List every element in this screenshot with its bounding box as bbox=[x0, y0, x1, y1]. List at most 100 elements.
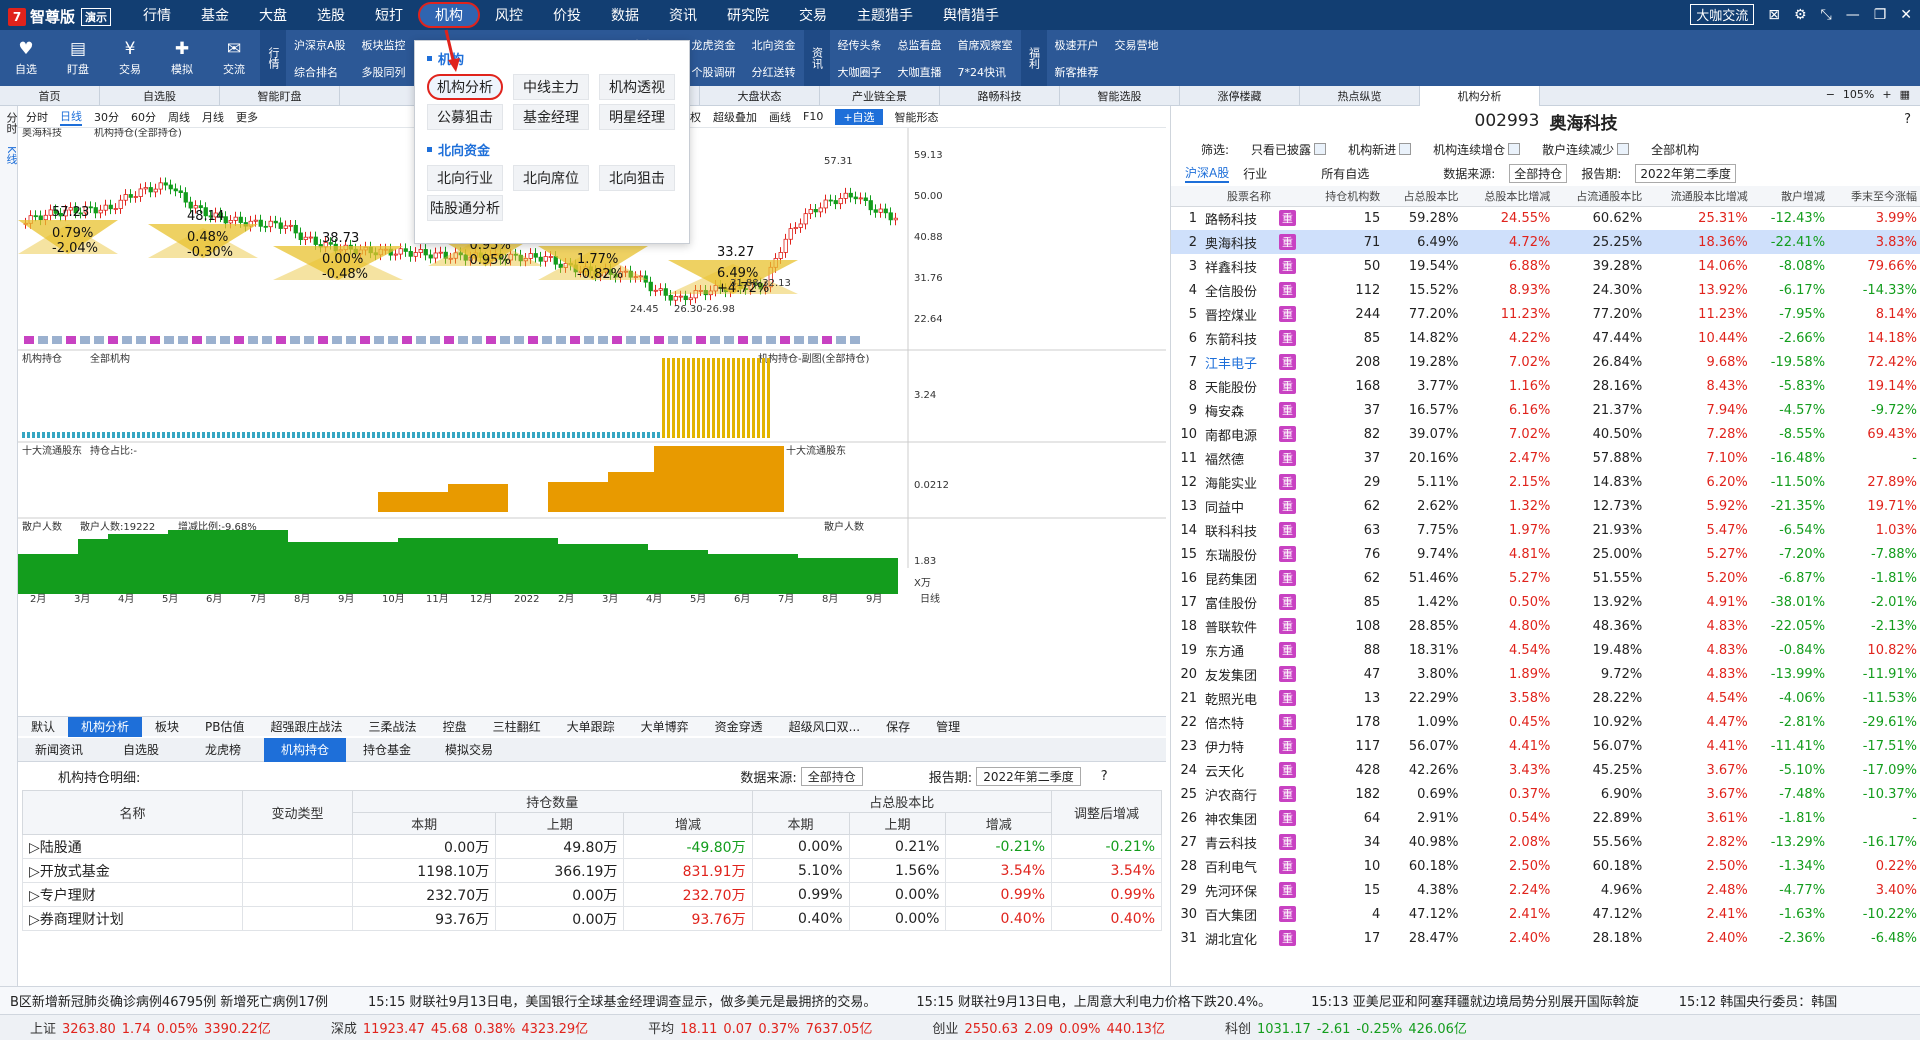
event-marker[interactable] bbox=[80, 336, 90, 344]
table-row[interactable]: 11 福然德重 37 20.16% 2.47% 57.88% 7.10% -16.48% - bbox=[1171, 446, 1920, 470]
template-tab-5[interactable]: 三柔战法 bbox=[356, 717, 430, 737]
stock-name[interactable]: 江丰电子 bbox=[1201, 350, 1275, 374]
key-tag[interactable]: 重 bbox=[1279, 522, 1296, 538]
template-tab-9[interactable]: 大单博弈 bbox=[628, 717, 702, 737]
event-marker[interactable] bbox=[318, 336, 328, 344]
table-row[interactable]: 19 东方通重 88 18.31% 4.54% 19.48% 4.83% -0.84% 10.8… bbox=[1171, 638, 1920, 662]
stock-name[interactable]: 东方通 bbox=[1201, 638, 1275, 662]
menu-item-5[interactable]: 机构 bbox=[418, 2, 480, 28]
stock-name[interactable]: 神农集团 bbox=[1201, 806, 1275, 830]
table-row[interactable]: 8 天能股份重 168 3.77% 1.16% 28.16% 8.43% -5.83% 19.1… bbox=[1171, 374, 1920, 398]
key-tag[interactable]: 重 bbox=[1279, 594, 1296, 610]
stock-name[interactable]: 东瑞股份 bbox=[1201, 542, 1275, 566]
event-marker[interactable] bbox=[164, 336, 174, 344]
key-tag[interactable]: 重 bbox=[1279, 450, 1296, 466]
key-tag[interactable]: 重 bbox=[1279, 642, 1296, 658]
table-row[interactable]: 18 普联软件重 108 28.85% 4.80% 48.36% 4.83% -22.05% -… bbox=[1171, 614, 1920, 638]
event-marker[interactable] bbox=[598, 336, 608, 344]
event-marker[interactable] bbox=[528, 336, 538, 344]
stock-name[interactable]: 路畅科技 bbox=[1201, 206, 1275, 230]
template-tab-1[interactable]: 机构分析 bbox=[68, 716, 143, 737]
key-tag[interactable]: 重 bbox=[1279, 282, 1296, 298]
event-marker[interactable] bbox=[556, 336, 566, 344]
event-marker[interactable] bbox=[612, 336, 622, 344]
event-marker[interactable] bbox=[570, 336, 580, 344]
template-tab-7[interactable]: 三柱翻红 bbox=[480, 717, 554, 737]
rp-col[interactable]: 持仓机构数 bbox=[1306, 186, 1385, 207]
index-quote[interactable]: 创业 2550.63 2.09 0.09% 440.13亿 bbox=[932, 1018, 1165, 1037]
event-marker[interactable] bbox=[542, 336, 552, 344]
key-tag[interactable]: 重 bbox=[1279, 930, 1296, 946]
dropdown-item[interactable]: 北向席位 bbox=[513, 165, 589, 191]
event-marker[interactable] bbox=[52, 336, 62, 344]
checkbox-icon[interactable] bbox=[1314, 143, 1327, 155]
toolbar-link[interactable]: 多股同列 bbox=[354, 58, 414, 85]
event-marker[interactable] bbox=[304, 336, 314, 344]
tab-8[interactable]: 智能选股 bbox=[1060, 85, 1180, 106]
index-quote[interactable]: 科创 1031.17 -2.61 -0.25% 426.06亿 bbox=[1225, 1018, 1467, 1037]
toolbar-link[interactable]: 总监看盘 bbox=[890, 31, 950, 58]
menu-item-8[interactable]: 数据 bbox=[596, 0, 654, 30]
period-5[interactable]: 月线 bbox=[202, 109, 224, 125]
template-tab-6[interactable]: 控盘 bbox=[430, 717, 480, 737]
key-tag[interactable]: 重 bbox=[1279, 762, 1296, 778]
event-marker[interactable] bbox=[122, 336, 132, 344]
event-marker[interactable] bbox=[794, 336, 804, 344]
expand-icon[interactable]: ▷ bbox=[29, 864, 40, 880]
event-marker[interactable] bbox=[38, 336, 48, 344]
chart-tool-4[interactable]: F10 bbox=[803, 110, 823, 123]
dropdown-item[interactable]: 明星经理 bbox=[599, 104, 675, 130]
watchlist-select[interactable]: 所有自选 bbox=[1321, 165, 1369, 182]
key-tag[interactable]: 重 bbox=[1279, 330, 1296, 346]
event-marker[interactable] bbox=[108, 336, 118, 344]
event-marker[interactable] bbox=[584, 336, 594, 344]
dropdown-item[interactable]: 基金经理 bbox=[513, 104, 589, 130]
table-row[interactable]: ▷专户理财 232.70万 0.00万 232.70万 0.99% 0.00% 0.99% 0… bbox=[22, 882, 1162, 907]
dropdown-item[interactable]: 公募狙击 bbox=[427, 104, 503, 130]
chat-button[interactable]: 大咖交流 bbox=[1690, 4, 1755, 25]
dropdown-item[interactable]: 北向行业 bbox=[427, 165, 503, 191]
event-marker[interactable] bbox=[766, 336, 776, 344]
key-tag[interactable]: 重 bbox=[1279, 426, 1296, 442]
table-row[interactable]: 31 湖北宜化重 17 28.47% 2.40% 28.18% 2.40% -2.36% -6.… bbox=[1171, 926, 1920, 950]
restore-icon[interactable]: ❐ bbox=[1874, 7, 1887, 23]
event-marker[interactable] bbox=[654, 336, 664, 344]
stock-name[interactable]: 云天化 bbox=[1201, 758, 1275, 782]
period-3[interactable]: 60分 bbox=[131, 109, 156, 125]
table-row[interactable]: ▷开放式基金 1198.10万 366.19万 831.91万 5.10% 1.56% 3.… bbox=[22, 858, 1162, 883]
period-4[interactable]: 周线 bbox=[168, 109, 190, 125]
stock-name[interactable]: 奥海科技 bbox=[1201, 230, 1275, 254]
toolbar-link[interactable]: 极速开户 bbox=[1047, 31, 1107, 58]
event-marker[interactable] bbox=[332, 336, 342, 344]
event-marker[interactable] bbox=[206, 336, 216, 344]
check-inst-increase[interactable]: 机构连续增仓 bbox=[1433, 141, 1521, 158]
key-tag[interactable]: 重 bbox=[1279, 378, 1296, 394]
event-marker[interactable] bbox=[640, 336, 650, 344]
toolbar-link[interactable]: 沪深京A股 bbox=[286, 31, 354, 58]
key-tag[interactable]: 重 bbox=[1279, 666, 1296, 682]
rp-col[interactable]: 股票名称 bbox=[1201, 186, 1275, 207]
event-marker[interactable] bbox=[66, 336, 76, 344]
toolbar-link[interactable]: 交易营地 bbox=[1107, 31, 1167, 58]
table-row[interactable]: 2 奥海科技重 71 6.49% 4.72% 25.25% 18.36% -22.41% 3.8… bbox=[1171, 230, 1920, 254]
stock-name[interactable]: 友发集团 bbox=[1201, 662, 1275, 686]
menu-item-11[interactable]: 交易 bbox=[784, 0, 842, 30]
template-tab-2[interactable]: 板块 bbox=[142, 717, 192, 737]
menu-item-7[interactable]: 价投 bbox=[538, 0, 596, 30]
tab-7[interactable]: 路畅科技 bbox=[940, 85, 1060, 106]
menu-item-12[interactable]: 主题猎手 bbox=[842, 0, 928, 30]
menu-item-0[interactable]: 行情 bbox=[128, 0, 186, 30]
template-tab-4[interactable]: 超强跟庄战法 bbox=[258, 717, 356, 737]
stock-name[interactable]: 青云科技 bbox=[1201, 830, 1275, 854]
table-row[interactable]: 23 伊力特重 117 56.07% 4.41% 56.07% 4.41% -11.41% -1… bbox=[1171, 734, 1920, 758]
event-marker[interactable] bbox=[346, 336, 356, 344]
key-tag[interactable]: 重 bbox=[1279, 306, 1296, 322]
key-tag[interactable]: 重 bbox=[1279, 402, 1296, 418]
toolbar-link[interactable]: 大咖圈子 bbox=[830, 58, 890, 85]
key-tag[interactable]: 重 bbox=[1279, 210, 1296, 227]
event-marker[interactable] bbox=[668, 336, 678, 344]
period-0[interactable]: 分时 bbox=[26, 109, 48, 125]
event-marker[interactable] bbox=[724, 336, 734, 344]
stock-name[interactable]: 梅安森 bbox=[1201, 398, 1275, 422]
stock-name[interactable]: 湖北宜化 bbox=[1201, 926, 1275, 950]
